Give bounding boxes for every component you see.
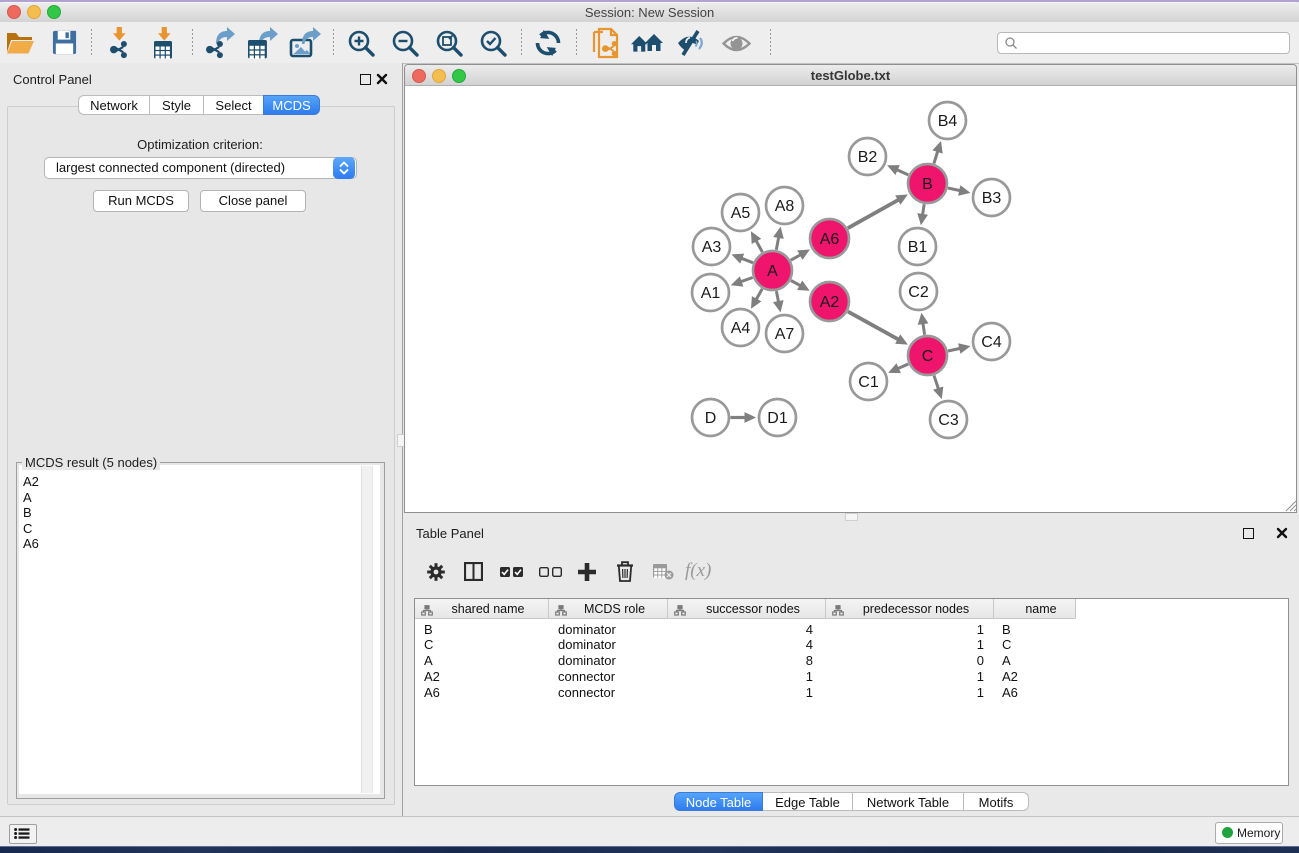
svg-text:C3: C3 xyxy=(938,412,959,429)
svg-text:C: C xyxy=(921,348,933,365)
svg-text:C2: C2 xyxy=(908,284,929,301)
svg-text:A5: A5 xyxy=(730,205,750,222)
svg-text:A2: A2 xyxy=(819,294,839,311)
svg-text:D1: D1 xyxy=(767,410,788,427)
svg-text:A4: A4 xyxy=(730,320,750,337)
svg-text:B2: B2 xyxy=(857,149,877,166)
svg-text:A7: A7 xyxy=(774,326,794,343)
svg-text:A8: A8 xyxy=(774,198,794,215)
svg-text:A6: A6 xyxy=(819,231,839,248)
svg-text:B: B xyxy=(922,176,933,193)
svg-text:B1: B1 xyxy=(907,239,927,256)
svg-text:A: A xyxy=(767,263,778,280)
svg-text:A3: A3 xyxy=(701,239,721,256)
svg-text:C1: C1 xyxy=(858,374,879,391)
svg-text:B3: B3 xyxy=(981,190,1001,207)
svg-text:D: D xyxy=(704,410,716,427)
svg-text:C4: C4 xyxy=(981,334,1002,351)
svg-text:A1: A1 xyxy=(700,285,720,302)
svg-text:B4: B4 xyxy=(937,113,957,130)
